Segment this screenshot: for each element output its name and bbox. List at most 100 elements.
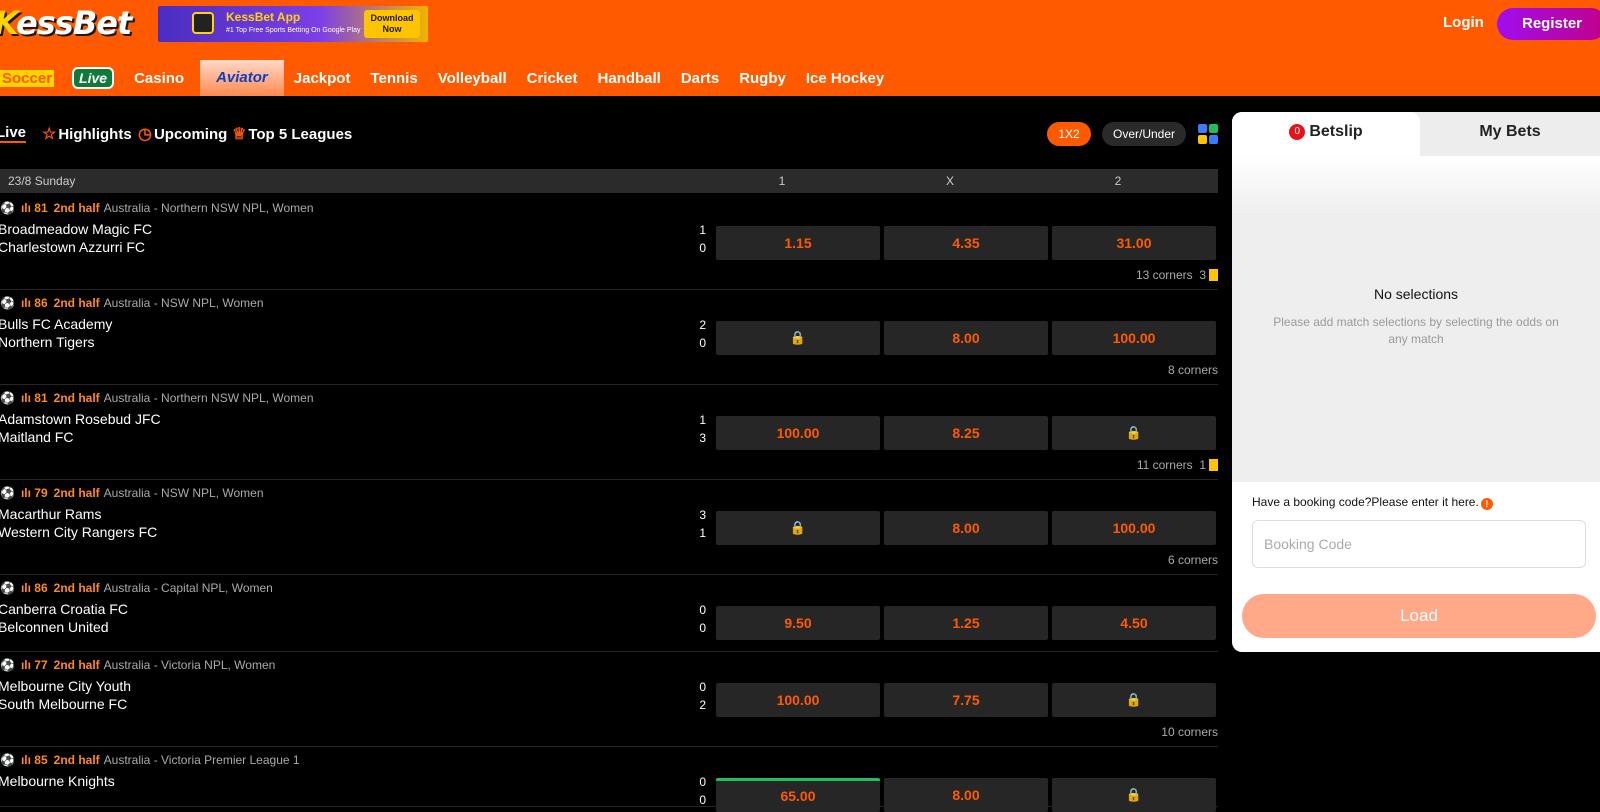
- live-stats-icon[interactable]: ılı: [21, 486, 34, 500]
- home-team[interactable]: Adamstown Rosebud JFC: [0, 411, 161, 427]
- sport-jackpot[interactable]: Jackpot: [294, 70, 351, 87]
- home-team[interactable]: Canberra Croatia FC: [0, 601, 128, 617]
- sport-darts[interactable]: Darts: [681, 70, 719, 87]
- match-meta: ⚽ ılı 81 2nd half Australia - Northern NSW …: [0, 201, 314, 215]
- league-name: Australia - Victoria Premier League 1: [103, 753, 300, 767]
- tab-top5-leagues[interactable]: ♕ Top 5 Leagues: [232, 124, 352, 144]
- odds-button-oddx[interactable]: 4.35: [884, 226, 1048, 260]
- odds-button-odd2[interactable]: 100.00: [1052, 321, 1216, 355]
- app-download-banner[interactable]: KessBet App #1 Top Free Sports Betting O…: [158, 6, 428, 42]
- match-row[interactable]: ⚽ ılı 81 2nd half Australia - Northern NSW …: [0, 195, 1218, 290]
- live-stats-icon[interactable]: ılı: [21, 391, 34, 405]
- home-score: 1: [699, 223, 706, 237]
- match-period: 2nd half: [53, 581, 100, 595]
- tab-betslip[interactable]: 0 Betslip: [1232, 112, 1420, 156]
- away-team[interactable]: Northern Tigers: [0, 334, 94, 350]
- match-stats: 8 corners: [1168, 363, 1218, 377]
- fire-icon: ☆: [42, 126, 57, 143]
- betslip-empty-area: No selections Please add match selection…: [1232, 156, 1600, 482]
- odds-button-oddx[interactable]: 8.00: [884, 321, 1048, 355]
- match-row[interactable]: ⚽ ılı 86 2nd half Australia - NSW NPL, Wome…: [0, 290, 1218, 385]
- tab-upcoming[interactable]: ◷ Upcoming: [138, 124, 227, 144]
- kessbet-logo[interactable]: KessBet: [0, 4, 132, 42]
- match-row[interactable]: ⚽ ılı 86 2nd half Australia - Capital NPL, …: [0, 575, 1218, 652]
- tab-live[interactable]: Live: [0, 124, 27, 143]
- market-over-under-button[interactable]: Over/Under: [1102, 122, 1186, 146]
- league-name: Australia - NSW NPL, Women: [103, 296, 264, 310]
- sport-soccer[interactable]: Soccer: [0, 69, 55, 87]
- sport-live[interactable]: Live: [72, 67, 115, 89]
- sport-volleyball[interactable]: Volleyball: [438, 70, 507, 87]
- odds-button-odd1[interactable]: 100.00: [716, 683, 880, 717]
- home-score: 0: [699, 680, 706, 694]
- booking-code-label: Have a booking code?Please enter it here…: [1252, 495, 1493, 510]
- sport-handball[interactable]: Handball: [597, 70, 660, 87]
- market-grid-icon[interactable]: [1198, 124, 1218, 144]
- odds-locked-button: 🔒: [1052, 778, 1216, 812]
- sport-ice-hockey[interactable]: Ice Hockey: [806, 70, 884, 87]
- sport-tennis[interactable]: Tennis: [370, 70, 417, 87]
- league-name: Australia - NSW NPL, Women: [103, 486, 264, 500]
- away-team[interactable]: Belconnen United: [0, 619, 109, 635]
- live-stats-icon[interactable]: ılı: [21, 581, 34, 595]
- info-icon[interactable]: !: [1480, 498, 1493, 510]
- corners-count: 10 corners: [1161, 725, 1218, 739]
- live-stats-icon[interactable]: ılı: [21, 201, 34, 215]
- home-score: 1: [699, 413, 706, 427]
- sport-aviator[interactable]: Aviator: [200, 60, 284, 96]
- match-row[interactable]: ⚽ ılı 79 2nd half Australia - NSW NPL, Wome…: [0, 480, 1218, 575]
- corners-count: 13 corners: [1135, 268, 1193, 282]
- sport-casino[interactable]: Casino: [134, 70, 184, 87]
- match-meta: ⚽ ılı 86 2nd half Australia - NSW NPL, Wome…: [0, 296, 264, 310]
- yellow-card-count: 3: [1199, 268, 1206, 282]
- odds-button-oddx[interactable]: 1.25: [884, 606, 1048, 640]
- sport-rugby[interactable]: Rugby: [739, 70, 786, 87]
- load-button[interactable]: Load: [1242, 594, 1596, 638]
- odds-button-oddx[interactable]: 7.75: [884, 683, 1048, 717]
- match-row[interactable]: ⚽ ılı 81 2nd half Australia - Northern NSW …: [0, 385, 1218, 480]
- top-header: KessBet KessBet App #1 Top Free Sports B…: [0, 0, 1600, 96]
- odds-button-odd1[interactable]: 65.00: [716, 778, 880, 812]
- odds-button-odd1[interactable]: 100.00: [716, 416, 880, 450]
- match-meta: ⚽ ılı 79 2nd half Australia - NSW NPL, Wome…: [0, 486, 264, 500]
- corners-count: 11 corners: [1136, 458, 1193, 472]
- odds-button-odd2[interactable]: 4.50: [1052, 606, 1216, 640]
- trophy-icon: ♕: [232, 126, 247, 143]
- market-1x2-button[interactable]: 1X2: [1047, 122, 1091, 146]
- odds-button-odd2[interactable]: 31.00: [1052, 226, 1216, 260]
- yellow-card-icon: [1209, 269, 1218, 281]
- odds-button-oddx[interactable]: 8.25: [884, 416, 1048, 450]
- odds-button-odd1[interactable]: 1.15: [716, 226, 880, 260]
- away-team[interactable]: Western City Rangers FC: [0, 524, 157, 540]
- match-row[interactable]: ⚽ ılı 85 2nd half Australia - Victoria Prem…: [0, 747, 1218, 812]
- match-meta: ⚽ ılı 85 2nd half Australia - Victoria Prem…: [0, 753, 300, 767]
- home-team[interactable]: Macarthur Rams: [0, 506, 101, 522]
- home-score: 0: [699, 775, 706, 789]
- odds-button-odd2[interactable]: 100.00: [1052, 511, 1216, 545]
- live-stats-icon[interactable]: ılı: [21, 296, 34, 310]
- match-row[interactable]: ⚽ ılı 77 2nd half Australia - Victoria NPL,…: [0, 652, 1218, 747]
- away-team[interactable]: South Melbourne FC: [0, 696, 127, 712]
- tab-highlights[interactable]: ☆ Highlights: [42, 124, 132, 144]
- away-team[interactable]: Maitland FC: [0, 429, 73, 445]
- match-minute: 85: [34, 753, 48, 767]
- login-link[interactable]: Login: [1443, 14, 1484, 31]
- sport-cricket[interactable]: Cricket: [527, 70, 578, 87]
- download-now-button[interactable]: Download Now: [364, 10, 420, 38]
- day-header: 23/8 Sunday 1 X 2: [0, 169, 1218, 193]
- tab-my-bets[interactable]: My Bets: [1420, 112, 1600, 156]
- home-team[interactable]: Melbourne City Youth: [0, 678, 131, 694]
- live-stats-icon[interactable]: ılı: [21, 753, 34, 767]
- home-team[interactable]: Bulls FC Academy: [0, 316, 112, 332]
- register-button[interactable]: Register: [1497, 8, 1600, 40]
- home-team[interactable]: Melbourne Knights: [0, 773, 115, 789]
- odds-button-odd1[interactable]: 9.50: [716, 606, 880, 640]
- live-stats-icon[interactable]: ılı: [21, 658, 34, 672]
- odds-button-oddx[interactable]: 8.00: [884, 511, 1048, 545]
- home-team[interactable]: Broadmeadow Magic FC: [0, 221, 152, 237]
- booking-code-input[interactable]: [1252, 520, 1586, 568]
- odds-button-oddx[interactable]: 8.00: [884, 778, 1048, 812]
- away-team[interactable]: Charlestown Azzurri FC: [0, 239, 145, 255]
- league-name: Australia - Victoria NPL, Women: [103, 658, 276, 672]
- yellow-card-icon: [1209, 459, 1218, 471]
